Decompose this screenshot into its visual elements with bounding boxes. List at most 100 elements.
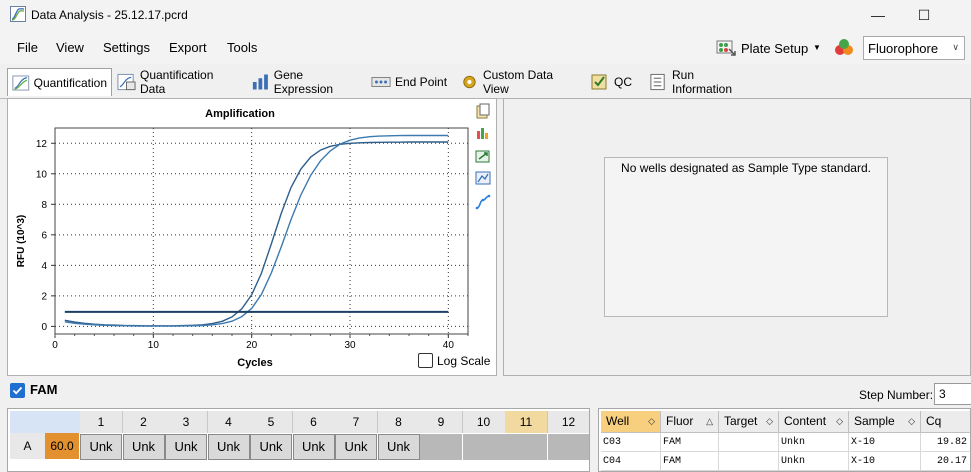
tab-gene-expression[interactable]: Gene Expression [247,68,364,96]
plate-column-header[interactable]: 9 [420,411,463,433]
results-cell[interactable]: FAM [661,452,719,471]
results-column-well[interactable]: Well ◇ [601,411,661,433]
sort-icon[interactable]: △ [706,411,713,432]
results-cell[interactable]: Unkn [779,452,849,471]
fam-checkbox[interactable] [10,383,25,398]
tab-custom-data-view[interactable]: Custom Data View [456,68,581,96]
chevron-down-icon: ∨ [952,42,959,52]
tab-run-information[interactable]: Run Information [645,68,757,96]
plate-column-header[interactable]: 10 [462,411,506,433]
menu-view[interactable]: View [56,40,84,55]
plate-column-header[interactable]: 7 [335,411,378,433]
tab-qc[interactable]: QC [586,68,639,96]
amplification-icon [12,75,30,90]
results-cell[interactable]: C04 [601,452,661,471]
fluorophore-select[interactable]: Fluorophore ∨ [863,36,965,60]
menu-file[interactable]: File [17,40,38,55]
copy-icon[interactable] [475,103,491,119]
qc-check-icon [591,74,607,90]
color-dots-icon [835,39,853,55]
results-column-content[interactable]: Content ◇ [779,411,849,433]
plate-well[interactable]: Unk [335,434,377,460]
fluor-selector-row [0,378,971,408]
zoom-chart-icon[interactable] [475,170,491,186]
results-cell[interactable]: 20.17 [921,452,970,471]
plate-column-header[interactable]: 5 [250,411,293,433]
x-tick-label: 40 [443,340,455,351]
plate-well[interactable]: Unk [250,434,292,460]
plate-well-empty[interactable] [462,434,505,460]
column-label: Sample [854,414,895,428]
results-cell[interactable]: Unkn [779,433,849,452]
tab-label: Quantification Data [140,68,214,96]
tab-quantification-data[interactable]: Quantification Data [113,68,241,96]
results-cell[interactable] [719,433,779,452]
export-chart-icon[interactable] [475,148,491,164]
menu-settings[interactable]: Settings [103,40,150,55]
plate-well[interactable]: Unk [207,434,250,460]
plate-column-header[interactable]: 4 [207,411,251,433]
plate-column-header[interactable]: 12 [547,411,589,433]
results-cell[interactable] [719,452,779,471]
x-tick-label: 20 [246,340,258,351]
plate-setup-button[interactable]: Plate Setup ▼ [713,35,823,61]
fluorophore-color-button[interactable] [830,35,858,61]
plate-well-empty[interactable] [420,434,462,460]
results-cell[interactable]: 19.82 [921,433,970,452]
tab-quantification[interactable]: Quantification [7,68,112,96]
results-column-sample[interactable]: Sample ◇ [849,411,921,433]
y-axis-label: RFU (10^3) [16,215,27,268]
results-column-target[interactable]: Target ◇ [719,411,779,433]
quant-data-icon [117,73,136,91]
plate-well[interactable]: Unk [165,434,207,460]
plate-column-header[interactable]: 6 [292,411,336,433]
results-cell[interactable]: X-10 [849,452,921,471]
x-tick-label: 30 [344,340,356,351]
results-column-fluor[interactable]: Fluor △ [661,411,719,433]
plate-well-empty[interactable] [505,434,547,460]
plate-well[interactable]: Unk [80,434,122,460]
plate-column-header[interactable]: 3 [165,411,208,433]
menu-tools[interactable]: Tools [227,40,257,55]
sort-icon[interactable]: ◇ [648,411,655,432]
minimize-button[interactable]: — [855,0,901,30]
maximize-button[interactable]: ☐ [901,0,947,30]
sort-icon[interactable]: ◇ [908,411,915,432]
standard-curve-box: No wells designated as Sample Type stand… [604,157,888,317]
log-scale-label: Log Scale [437,354,491,368]
chart-settings-icon[interactable] [475,125,491,141]
sort-icon[interactable]: ◇ [836,411,843,432]
column-label: Cq [926,414,942,428]
results-cell[interactable]: FAM [661,433,719,452]
step-number-label: Step Number: [859,388,934,402]
x-tick-label: 10 [148,340,160,351]
tab-end-point[interactable]: End Point [367,68,453,96]
plate-well[interactable]: Unk [377,434,420,460]
tab-label: Run Information [671,68,733,96]
plate-row-header[interactable]: A [10,433,45,459]
tab-label: Gene Expression [273,68,334,96]
results-column-cq[interactable]: Cq [921,411,970,433]
title-bar: Data Analysis - 25.12.17.pcrd — ☐ [0,0,971,30]
results-cell[interactable]: X-10 [849,433,921,452]
plate-well-empty[interactable] [547,434,589,460]
y-tick-label: 6 [41,230,47,241]
sort-icon[interactable]: ◇ [766,411,773,432]
results-cell[interactable]: C03 [601,433,661,452]
plate-column-header[interactable]: 1 [80,411,123,433]
y-tick-label: 4 [41,261,47,272]
fam-label: FAM [30,382,58,397]
plate-well[interactable]: Unk [122,434,165,460]
x-tick-label: 0 [52,340,58,351]
no-standards-message: No wells designated as Sample Type stand… [621,161,871,175]
menu-export[interactable]: Export [169,40,207,55]
log-scale-checkbox[interactable] [418,353,433,368]
plate-column-header[interactable]: 11 [505,411,548,433]
curve-icon[interactable] [475,194,491,210]
plate-column-header[interactable]: 2 [122,411,166,433]
step-number-input[interactable]: 3 [934,383,971,405]
column-label: Well [606,414,630,428]
plate-column-header[interactable]: 8 [377,411,421,433]
plate-well[interactable]: Unk [292,434,335,460]
maximize-icon: ☐ [917,7,931,23]
